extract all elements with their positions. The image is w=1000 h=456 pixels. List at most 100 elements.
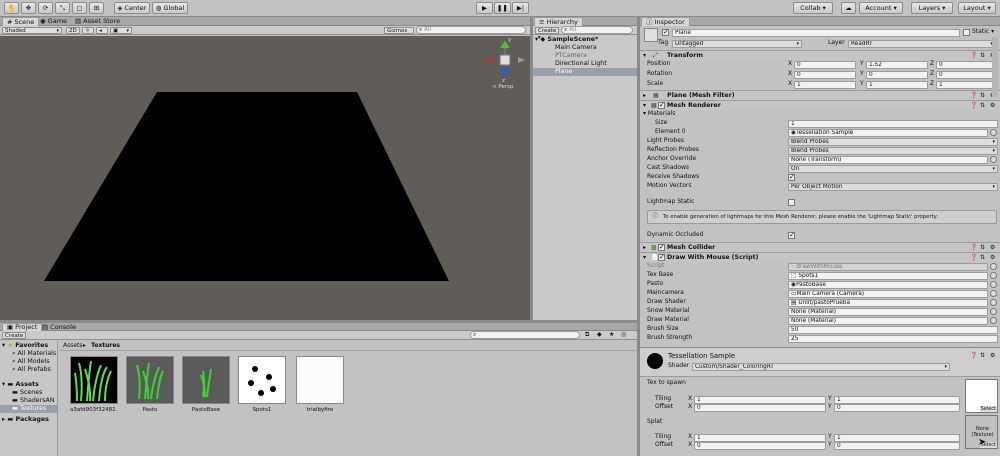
visibility-icon[interactable]: ◎: [621, 331, 626, 339]
splat-offset-y-field[interactable]: 0: [834, 442, 960, 450]
help-icon[interactable]: ❓: [970, 52, 977, 60]
reflection-probes-dropdown[interactable]: Blend Probes: [788, 147, 998, 155]
tab-asset-store[interactable]: ▤ Asset Store: [71, 17, 124, 26]
lighting-toggle[interactable]: ☼: [82, 27, 94, 34]
rotation-x-field[interactable]: 0: [794, 71, 856, 79]
pivot-center-button[interactable]: ◈ Center: [114, 2, 150, 14]
cast-shadows-dropdown[interactable]: On: [788, 165, 998, 173]
asset-pastobase[interactable]: PastoBase: [182, 356, 230, 413]
folder-shaders[interactable]: ▬ ShadersAN: [12, 397, 55, 405]
hierarchy-search-input[interactable]: ⌕ All: [561, 26, 633, 34]
plane-mesh[interactable]: [44, 92, 449, 281]
static-dropdown[interactable]: Static ▾: [972, 28, 994, 36]
element0-picker[interactable]: [990, 129, 997, 136]
account-dropdown[interactable]: Account ▾: [859, 2, 903, 14]
shader-dropdown[interactable]: Custom/Shader_ColoringRT: [692, 363, 950, 371]
pivot-global-button[interactable]: ◍ Global: [152, 2, 188, 14]
step-button[interactable]: ▶|: [512, 2, 529, 14]
scale-z-field[interactable]: 1: [936, 81, 998, 89]
gizmos-dropdown[interactable]: Gizmos ▾: [384, 27, 414, 41]
static-checkbox[interactable]: [963, 29, 970, 36]
tex-select-button[interactable]: Select: [979, 406, 997, 412]
audio-toggle[interactable]: ◂: [96, 27, 108, 34]
object-name-input[interactable]: Plane: [672, 29, 960, 37]
preset-icon[interactable]: ⇅: [980, 52, 985, 60]
brush-size-field[interactable]: 50: [788, 326, 998, 334]
pasto-field[interactable]: ◉PastoBase: [788, 281, 988, 289]
draw-material-field[interactable]: None (Material): [788, 317, 988, 325]
transform-header[interactable]: ▾ ⤢ Transform ❓ ⇅ ⚙: [640, 50, 1000, 60]
hierarchy-item-ptcamera[interactable]: PTCamera: [555, 52, 587, 60]
materials-foldout[interactable]: ▾ Materials: [643, 110, 675, 118]
persp-label[interactable]: < Persp: [492, 84, 513, 90]
mesh-renderer-header[interactable]: ▾ ▦ Mesh Renderer ❓ ⇅ ⚙: [640, 100, 1000, 110]
script-picker[interactable]: [990, 263, 997, 270]
tex-tiling-x-field[interactable]: 1: [694, 396, 826, 404]
breadcrumb-assets[interactable]: Assets: [63, 342, 83, 350]
rotate-tool-button[interactable]: ⟳: [38, 2, 53, 14]
scale-x-field[interactable]: 1: [794, 81, 856, 89]
motion-vectors-dropdown[interactable]: Per Object Motion: [788, 183, 998, 191]
scene-viewport[interactable]: y z < Persp: [0, 36, 530, 320]
hierarchy-item-directional-light[interactable]: Directional Light: [555, 60, 607, 68]
preset-icon[interactable]: ⇅: [980, 352, 985, 360]
splat-tiling-x-field[interactable]: 1: [694, 434, 826, 442]
preset-icon[interactable]: ⇅: [980, 92, 985, 100]
draw-shader-field[interactable]: ▤ Unlit/pastoPrueba: [788, 299, 988, 307]
project-create-button[interactable]: Create ▾: [2, 332, 26, 346]
tab-inspector[interactable]: ⓘ Inspector: [641, 17, 690, 26]
hand-tool-button[interactable]: ✋: [4, 2, 19, 14]
help-icon[interactable]: ❓: [970, 352, 977, 360]
hierarchy-scene-root[interactable]: ▾ ◆ SampleScene*: [535, 36, 598, 44]
pause-button[interactable]: ❚❚: [494, 2, 511, 14]
breadcrumb-textures[interactable]: Textures: [91, 342, 120, 350]
tex-offset-x-field[interactable]: 0: [694, 404, 826, 412]
help-icon[interactable]: ❓: [970, 244, 977, 252]
filter-label-icon[interactable]: ◆: [597, 331, 602, 339]
maincamera-picker[interactable]: [990, 290, 997, 297]
inspector-scrollbar[interactable]: [992, 37, 998, 97]
collab-button[interactable]: Collab ▾: [793, 2, 833, 14]
favorites-foldout[interactable]: ▾ ★ Favorites: [2, 342, 48, 350]
snow-material-picker[interactable]: [990, 308, 997, 315]
preset-icon[interactable]: ⇅: [980, 254, 985, 262]
mesh-filter-header[interactable]: ▸ ▦ Plane (Mesh Filter) ❓ ⇅ ⚙: [640, 90, 1000, 100]
anchor-picker[interactable]: [990, 156, 997, 163]
scale-y-field[interactable]: 1: [866, 81, 928, 89]
position-x-field[interactable]: 0: [794, 61, 856, 69]
layers-dropdown[interactable]: Layers ▾: [911, 2, 953, 14]
fav-all-prefabs[interactable]: ⌕ All Prefabs: [12, 366, 51, 374]
mesh-collider-enabled-checkbox[interactable]: [658, 243, 665, 251]
gameobject-active-checkbox[interactable]: [662, 28, 669, 36]
preset-icon[interactable]: ⇅: [980, 244, 985, 252]
rotation-z-field[interactable]: 0: [936, 71, 998, 79]
cloud-button[interactable]: ☁: [841, 2, 856, 14]
hierarchy-item-main-camera[interactable]: Main Camera: [555, 44, 597, 52]
lightmap-static-checkbox[interactable]: [788, 199, 795, 206]
materials-size-field[interactable]: 1: [788, 120, 998, 128]
brush-strength-field[interactable]: 25: [788, 335, 998, 343]
element0-field[interactable]: ◉Tessellation Sample: [788, 129, 988, 137]
effects-dropdown[interactable]: ▣: [110, 27, 132, 35]
maincamera-field[interactable]: ▭Main Camera (Camera): [788, 290, 988, 298]
assets-foldout[interactable]: ▾ ▬ Assets: [2, 381, 39, 389]
preset-icon[interactable]: ⇅: [980, 102, 985, 110]
help-icon[interactable]: ❓: [970, 92, 977, 100]
layout-dropdown[interactable]: Layout ▾: [958, 2, 996, 14]
component-menu-icon[interactable]: ⚙: [990, 244, 995, 252]
orientation-gizmo[interactable]: [485, 41, 525, 76]
move-tool-button[interactable]: ✥: [21, 2, 36, 14]
scene-search-input[interactable]: ⌕ All: [416, 26, 526, 34]
mesh-renderer-enabled-checkbox[interactable]: [658, 101, 665, 109]
component-menu-icon[interactable]: ⚙: [990, 102, 995, 110]
draw-script-header[interactable]: ▾ 📄 Draw With Mouse (Script) ❓ ⇅ ⚙: [640, 252, 1000, 262]
component-menu-icon[interactable]: ⚙: [990, 352, 995, 360]
filter-type-icon[interactable]: ⧉: [585, 331, 589, 339]
draw-script-enabled-checkbox[interactable]: [658, 253, 665, 261]
2d-toggle[interactable]: 2D: [66, 27, 80, 34]
tab-scene[interactable]: # Scene: [2, 17, 40, 26]
hierarchy-create-button[interactable]: Create ▾: [535, 27, 559, 41]
splat-tiling-y-field[interactable]: 1: [834, 434, 960, 442]
asset-trialbyfire[interactable]: trialbyfire: [296, 356, 344, 413]
tex-tiling-y-field[interactable]: 1: [834, 396, 960, 404]
